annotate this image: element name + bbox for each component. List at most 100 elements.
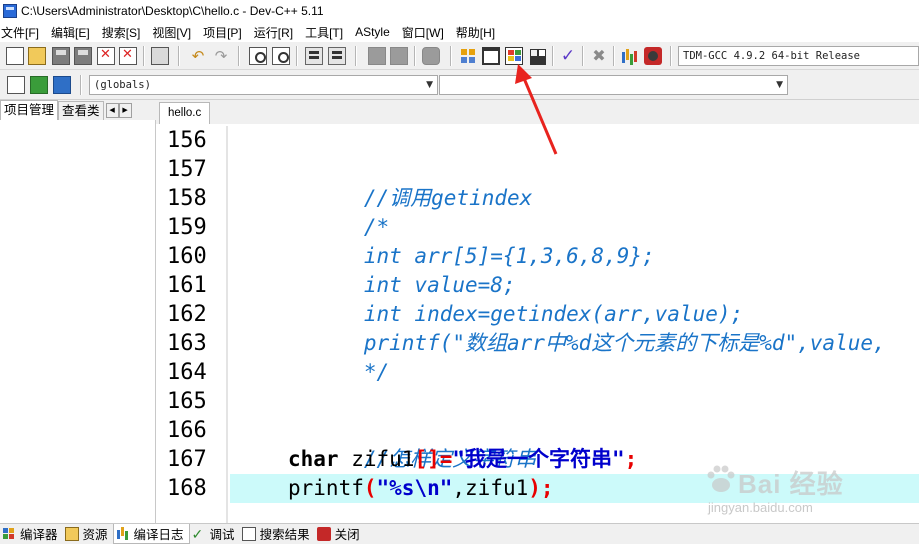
code-line: char zifu1[]="我是一个字符串";: [230, 445, 919, 474]
line-number: 166: [167, 418, 207, 443]
close-all-icon[interactable]: [119, 47, 137, 65]
line-number: 159: [167, 215, 207, 240]
tab-compiler-label: 编译器: [20, 528, 58, 542]
code-identifier: ,zifu1: [452, 476, 529, 500]
menu-window[interactable]: 窗口[W]: [401, 24, 450, 41]
indent-icon[interactable]: [305, 47, 323, 65]
main-toolbar: ↶ ↷ ✓ ✖ TDM-GCC 4.9.2 64-bit Release: [0, 42, 919, 70]
toolbar-separator: [80, 75, 82, 95]
chevron-down-icon: ▼: [426, 80, 433, 90]
line-number: 158: [167, 186, 207, 211]
menu-run[interactable]: 运行[R]: [253, 24, 299, 41]
code-string: "%s\n": [376, 476, 453, 500]
code-line: */: [230, 329, 919, 384]
tab-find-results-label: 搜索结果: [259, 528, 310, 542]
code-symbol: ;: [624, 447, 638, 471]
goto-line-icon[interactable]: [422, 47, 440, 65]
bookmark-next-icon[interactable]: [390, 47, 408, 65]
menu-tools[interactable]: 工具[T]: [304, 24, 349, 41]
profile-icon[interactable]: [620, 46, 638, 64]
undo-icon[interactable]: ↶: [189, 47, 207, 65]
code-line: //调用getindex: [230, 155, 919, 210]
save-icon[interactable]: [52, 47, 70, 65]
code-keyword: char: [288, 447, 339, 471]
open-file-icon[interactable]: [28, 47, 46, 65]
compiler-icon: [2, 527, 16, 541]
code-string: "我是一个字符串": [452, 447, 625, 471]
code-line: int arr[5]={1,3,6,8,9};: [230, 213, 919, 268]
compile-run-icon[interactable]: [505, 47, 523, 65]
menu-search[interactable]: 搜索[S]: [101, 24, 147, 41]
toolbar-separator: [670, 46, 672, 66]
menu-edit[interactable]: 编辑[E]: [50, 24, 96, 41]
code-line: /*: [230, 184, 919, 239]
tab-project-manager[interactable]: 项目管理: [0, 100, 59, 120]
delete-profile-icon[interactable]: [644, 47, 662, 65]
tab-find-results[interactable]: 搜索结果: [240, 524, 315, 544]
code-identifier: zifu1: [338, 447, 415, 471]
tab-compile-log-label: 编译日志: [133, 527, 184, 542]
line-number: 162: [167, 302, 207, 327]
close-file-icon[interactable]: [97, 47, 115, 65]
line-number: 165: [167, 389, 207, 414]
code-line: printf("数组arr中%d这个元素的下标是%d",value,: [230, 300, 919, 355]
tab-resources[interactable]: 资源: [63, 524, 113, 544]
toolbar-separator: [450, 46, 452, 66]
tab-close[interactable]: 关闭: [315, 524, 365, 544]
tab-scroll-left-button[interactable]: ◀: [105, 103, 119, 118]
tab-debug[interactable]: ✓ 调试: [190, 524, 240, 544]
toolbar-separator: [178, 46, 180, 66]
syntax-check-icon[interactable]: ✓: [559, 47, 577, 65]
toolbar-separator: [296, 46, 298, 66]
function-select[interactable]: ▼: [439, 75, 788, 95]
toolbar-separator: [552, 46, 554, 66]
rebuild-icon[interactable]: [528, 47, 546, 65]
code-symbol: []=: [414, 447, 453, 471]
menu-project[interactable]: 项目[P]: [202, 24, 248, 41]
line-number: 161: [167, 273, 207, 298]
insert-icon[interactable]: [30, 76, 48, 94]
chevron-down-icon: ▼: [776, 80, 783, 90]
tab-resources-label: 资源: [82, 528, 108, 542]
find-icon[interactable]: [249, 47, 267, 65]
find-results-icon: [241, 526, 256, 541]
code-line: int value=8;: [230, 242, 919, 297]
unindent-icon[interactable]: [328, 47, 346, 65]
tab-debug-label: 调试: [209, 528, 235, 542]
scope-select[interactable]: (globals) ▼: [89, 75, 438, 95]
tab-class-browser[interactable]: 查看类: [58, 101, 104, 120]
debug-icon: ✓: [191, 525, 204, 542]
tab-compile-log[interactable]: 编译日志: [112, 523, 190, 544]
code-editor[interactable]: //调用getindex /* int arr[5]={1,3,6,8,9}; …: [230, 126, 919, 523]
tab-compiler[interactable]: 编译器: [0, 524, 63, 544]
menu-file[interactable]: 文件[F]: [0, 24, 45, 41]
compile-log-icon: [116, 526, 130, 540]
scope-select-value: (globals): [94, 79, 151, 91]
file-tab-hello[interactable]: hello.c: [159, 102, 211, 124]
menu-view[interactable]: 视图[V]: [151, 24, 197, 41]
menu-astyle[interactable]: AStyle: [354, 25, 396, 39]
new-class-icon[interactable]: [7, 76, 25, 94]
toolbar-separator: [414, 46, 416, 66]
tab-close-label: 关闭: [334, 528, 360, 542]
left-panel: 项目管理 查看类 ◀ ▶: [0, 100, 156, 523]
new-file-icon[interactable]: [6, 47, 24, 65]
bookmark-prev-icon[interactable]: [368, 47, 386, 65]
save-all-icon[interactable]: [74, 47, 92, 65]
run-icon[interactable]: [482, 47, 500, 65]
print-icon[interactable]: [151, 47, 169, 65]
toggle-bookmark-icon[interactable]: [53, 76, 71, 94]
menu-help[interactable]: 帮助[H]: [455, 24, 501, 41]
toolbar-separator: [582, 46, 584, 66]
close-icon: [316, 526, 331, 541]
redo-icon[interactable]: ↷: [212, 47, 230, 65]
stop-execution-icon[interactable]: ✖: [590, 47, 608, 65]
toolbar-separator: [613, 46, 615, 66]
line-number: 167: [167, 447, 207, 472]
compile-icon[interactable]: [459, 47, 477, 65]
replace-icon[interactable]: [272, 47, 290, 65]
compiler-select[interactable]: TDM-GCC 4.9.2 64-bit Release: [678, 46, 919, 66]
tab-scroll-right-button[interactable]: ▶: [118, 103, 132, 118]
